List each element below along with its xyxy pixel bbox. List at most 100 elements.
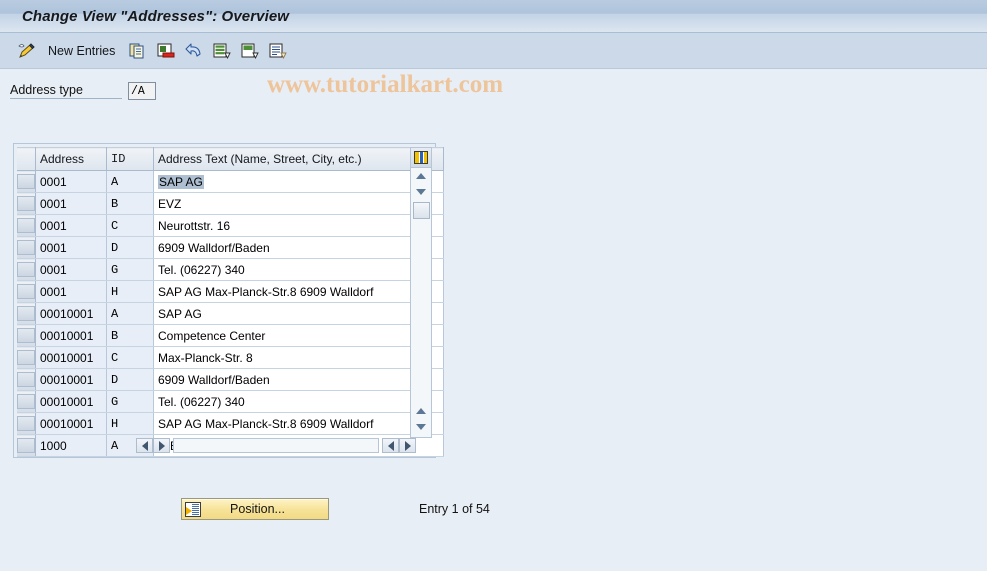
pencil-icon[interactable] xyxy=(14,39,40,63)
cell-address[interactable]: 00010001 xyxy=(35,368,107,391)
table-footer: Position... Entry 1 of 54 xyxy=(0,494,987,524)
scroll-left-end-button[interactable] xyxy=(382,438,399,453)
row-selector[interactable] xyxy=(17,412,36,435)
row-selector[interactable] xyxy=(17,390,36,413)
column-header-address[interactable]: Address xyxy=(35,147,107,171)
cell-address[interactable]: 00010001 xyxy=(35,412,107,435)
cell-id[interactable]: H xyxy=(106,280,154,303)
cell-address-text[interactable]: EVZ xyxy=(153,192,444,215)
row-selector[interactable] xyxy=(17,214,36,237)
scroll-down-button[interactable] xyxy=(411,184,431,200)
cell-address-text[interactable]: SAP AG Max-Planck-Str.8 6909 Walldorf xyxy=(153,412,444,435)
table-row[interactable]: 00010001 B Competence Center xyxy=(17,324,444,347)
address-table: Address ID Address Text (Name, Street, C… xyxy=(17,147,444,457)
cell-address[interactable]: 0001 xyxy=(35,192,107,215)
table-row[interactable]: 0001 G Tel. (06227) 340 xyxy=(17,258,444,281)
cell-address[interactable]: 0001 xyxy=(35,236,107,259)
scroll-right-end-button[interactable] xyxy=(399,438,416,453)
cell-address[interactable]: 0001 xyxy=(35,258,107,281)
cell-id[interactable]: G xyxy=(106,258,154,281)
cell-id[interactable]: D xyxy=(106,236,154,259)
column-config-icon[interactable] xyxy=(411,148,431,168)
undo-icon[interactable] xyxy=(181,39,207,63)
table-row[interactable]: 00010001 G Tel. (06227) 340 xyxy=(17,390,444,413)
row-selector[interactable] xyxy=(17,280,36,303)
table-row[interactable]: 0001 H SAP AG Max-Planck-Str.8 6909 Wall… xyxy=(17,280,444,303)
row-selector[interactable] xyxy=(17,368,36,391)
details-icon[interactable] xyxy=(265,39,291,63)
cell-address-text[interactable]: Max-Planck-Str. 8 xyxy=(153,346,444,369)
cell-address-text[interactable]: Tel. (06227) 340 xyxy=(153,258,444,281)
entry-count-label: Entry 1 of 54 xyxy=(419,502,490,516)
cell-address[interactable]: 00010001 xyxy=(35,302,107,325)
row-selector[interactable] xyxy=(17,192,36,215)
row-selector[interactable] xyxy=(17,302,36,325)
table-row[interactable]: 00010001 A SAP AG xyxy=(17,302,444,325)
cell-id[interactable]: C xyxy=(106,214,154,237)
cell-id[interactable]: A xyxy=(106,302,154,325)
deselect-all-icon[interactable] xyxy=(237,39,263,63)
cell-address[interactable]: 00010001 xyxy=(35,324,107,347)
select-all-column-header[interactable] xyxy=(17,147,36,171)
table-row[interactable]: 0001 A SAP AG xyxy=(17,170,444,193)
table-row[interactable]: 00010001 H SAP AG Max-Planck-Str.8 6909 … xyxy=(17,412,444,435)
cell-id[interactable]: B xyxy=(106,192,154,215)
cell-address[interactable]: 0001 xyxy=(35,280,107,303)
cell-address[interactable]: 00010001 xyxy=(35,390,107,413)
cell-address-text[interactable]: SAP AG Max-Planck-Str.8 6909 Walldorf xyxy=(153,280,444,303)
position-button[interactable]: Position... xyxy=(181,498,329,520)
row-selector[interactable] xyxy=(17,324,36,347)
copy-icon[interactable] xyxy=(125,39,151,63)
cell-address-text[interactable]: Neurottstr. 16 xyxy=(153,214,444,237)
position-button-label: Position... xyxy=(230,502,285,516)
delete-icon[interactable] xyxy=(153,39,179,63)
cell-id[interactable]: G xyxy=(106,390,154,413)
cell-address-text[interactable]: Tel. (06227) 340 xyxy=(153,390,444,413)
row-selector[interactable] xyxy=(17,170,36,193)
cell-address-text[interactable]: 6909 Walldorf/Baden xyxy=(153,368,444,391)
table-vertical-scrollbar[interactable] xyxy=(410,147,432,438)
scroll-up-button[interactable] xyxy=(411,168,431,184)
scroll-page-up-button[interactable] xyxy=(411,403,431,419)
new-entries-label[interactable]: New Entries xyxy=(48,44,115,58)
position-icon xyxy=(185,501,201,517)
address-type-input[interactable]: /A xyxy=(128,82,156,100)
table-horizontal-scrollbar[interactable] xyxy=(136,437,416,454)
cell-id[interactable]: D xyxy=(106,368,154,391)
cell-id[interactable]: B xyxy=(106,324,154,347)
table-row[interactable]: 00010001 C Max-Planck-Str. 8 xyxy=(17,346,444,369)
scroll-page-down-button[interactable] xyxy=(411,419,431,435)
scroll-thumb[interactable] xyxy=(412,202,430,219)
table-row[interactable]: 0001 B EVZ xyxy=(17,192,444,215)
cell-id[interactable]: C xyxy=(106,346,154,369)
address-type-label: Address type xyxy=(10,83,122,99)
cell-address[interactable]: 0001 xyxy=(35,170,107,193)
horizontal-scroll-track[interactable] xyxy=(173,438,379,453)
cell-address-text[interactable]: SAP AG xyxy=(153,302,444,325)
cell-id[interactable]: A xyxy=(106,170,154,193)
table-row[interactable]: 0001 D 6909 Walldorf/Baden xyxy=(17,236,444,259)
row-selector[interactable] xyxy=(17,258,36,281)
table-row[interactable]: 0001 C Neurottstr. 16 xyxy=(17,214,444,237)
cell-id[interactable]: H xyxy=(106,412,154,435)
row-selector[interactable] xyxy=(17,346,36,369)
scroll-left-button[interactable] xyxy=(136,438,153,453)
column-header-id[interactable]: ID xyxy=(106,147,154,171)
cell-address[interactable]: 00010001 xyxy=(35,346,107,369)
row-selector[interactable] xyxy=(17,236,36,259)
scroll-right-button[interactable] xyxy=(153,438,170,453)
table-row[interactable]: 00010001 D 6909 Walldorf/Baden xyxy=(17,368,444,391)
select-all-icon[interactable] xyxy=(209,39,235,63)
cell-address-text[interactable]: Competence Center xyxy=(153,324,444,347)
column-header-address-text[interactable]: Address Text (Name, Street, City, etc.) xyxy=(153,147,444,171)
application-toolbar: New Entries www.tutorialkart.com xyxy=(0,33,987,98)
row-selector[interactable] xyxy=(17,434,36,457)
page-title: Change View "Addresses": Overview xyxy=(22,7,290,25)
selected-cell-value[interactable]: SAP AG xyxy=(158,174,204,189)
cell-address-text[interactable]: SAP AG xyxy=(153,170,444,193)
address-table-container: Address ID Address Text (Name, Street, C… xyxy=(13,143,444,458)
cell-address[interactable]: 0001 xyxy=(35,214,107,237)
address-type-row: Address type /A xyxy=(0,78,987,104)
cell-address[interactable]: 1000 xyxy=(35,434,107,457)
cell-address-text[interactable]: 6909 Walldorf/Baden xyxy=(153,236,444,259)
